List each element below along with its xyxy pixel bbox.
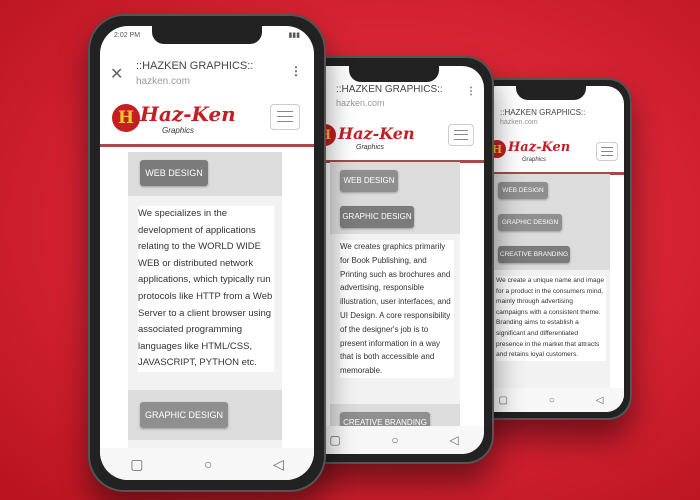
phone-2-notch: [349, 66, 439, 82]
url-host[interactable]: hazken.com: [136, 76, 190, 87]
url-host[interactable]: hazken.com: [500, 119, 538, 126]
phone-1-screen: 2:02 PM ▮▮▮ ✕ ::HAZKEN GRAPHICS:: hazken…: [100, 26, 314, 480]
overflow-menu-icon[interactable]: ⋮: [466, 86, 476, 97]
graphic-design-button[interactable]: GRAPHIC DESIGN: [140, 402, 228, 428]
graphic-design-button[interactable]: GRAPHIC DESIGN: [498, 214, 562, 231]
logo-tagline: Graphics: [522, 157, 547, 163]
logo-name: Haz-Ken: [338, 124, 415, 143]
phone-3-notch: [516, 86, 586, 100]
hamburger-menu-icon[interactable]: [596, 142, 618, 161]
content-area: WEB DESIGN GRAPHIC DESIGN CREATIVE BRAND…: [492, 174, 610, 412]
url-host[interactable]: hazken.com: [336, 98, 385, 108]
web-design-description: We specializes in the development of app…: [138, 206, 274, 372]
hamburger-menu-icon[interactable]: [448, 124, 474, 146]
status-bar: 2:02 PM ▮▮▮: [100, 26, 314, 44]
graphic-design-description: We creates graphics primarily for Book P…: [340, 240, 454, 378]
web-design-button[interactable]: WEB DESIGN: [498, 182, 548, 199]
web-design-button[interactable]: WEB DESIGN: [140, 160, 208, 186]
logo-tagline: Graphics: [162, 126, 195, 135]
web-design-button[interactable]: WEB DESIGN: [340, 170, 398, 192]
graphic-design-button[interactable]: GRAPHIC DESIGN: [340, 206, 414, 228]
site-header: H Haz-Ken Graphics: [304, 114, 484, 163]
phone-3-screen: ::HAZKEN GRAPHICS:: hazken.com H Haz-Ken…: [478, 86, 624, 412]
home-icon[interactable]: ○: [391, 433, 398, 447]
page-title: ::HAZKEN GRAPHICS::: [136, 60, 254, 72]
back-icon[interactable]: ◁: [273, 456, 284, 473]
overflow-menu-icon[interactable]: ⋮: [290, 64, 302, 78]
battery-icon: ▮▮▮: [288, 32, 300, 39]
home-icon[interactable]: ○: [204, 456, 212, 472]
back-icon[interactable]: ◁: [449, 433, 458, 447]
phone-3: ::HAZKEN GRAPHICS:: hazken.com H Haz-Ken…: [470, 78, 632, 420]
android-nav-bar: ▢ ○ ◁: [478, 388, 624, 412]
recent-apps-icon[interactable]: ▢: [130, 456, 143, 473]
phone-1: 2:02 PM ▮▮▮ ✕ ::HAZKEN GRAPHICS:: hazken…: [88, 14, 326, 492]
hamburger-menu-icon[interactable]: [270, 104, 300, 130]
logo-mark[interactable]: H: [112, 104, 140, 132]
recent-apps-icon[interactable]: ▢: [329, 433, 340, 447]
page-title: ::HAZKEN GRAPHICS::: [500, 108, 586, 117]
site-header: H Haz-Ken Graphics: [100, 94, 314, 147]
phone-2-screen: ::HAZKEN GRAPHICS:: hazken.com ⋮ H Haz-K…: [304, 66, 484, 454]
android-nav-bar: ▢ ○ ◁: [304, 426, 484, 454]
creative-branding-description: We create a unique name and image for a …: [496, 276, 606, 361]
home-icon[interactable]: ○: [549, 395, 555, 406]
close-icon[interactable]: ✕: [110, 64, 123, 84]
site-header: H Haz-Ken Graphics: [478, 132, 624, 175]
status-time: 2:02 PM: [114, 31, 141, 39]
page-title: ::HAZKEN GRAPHICS::: [336, 84, 443, 95]
android-nav-bar: ▢ ○ ◁: [100, 448, 314, 480]
recent-apps-icon[interactable]: ▢: [498, 395, 507, 406]
creative-branding-button[interactable]: CREATIVE BRANDING: [498, 246, 570, 263]
logo-name: Haz-Ken: [140, 102, 236, 126]
logo-tagline: Graphics: [356, 144, 385, 151]
back-icon[interactable]: ◁: [596, 395, 604, 406]
content-area: WEB DESIGN We specializes in the develop…: [128, 152, 282, 462]
logo-name: Haz-Ken: [508, 140, 571, 155]
content-area: WEB DESIGN GRAPHIC DESIGN We creates gra…: [330, 162, 460, 454]
